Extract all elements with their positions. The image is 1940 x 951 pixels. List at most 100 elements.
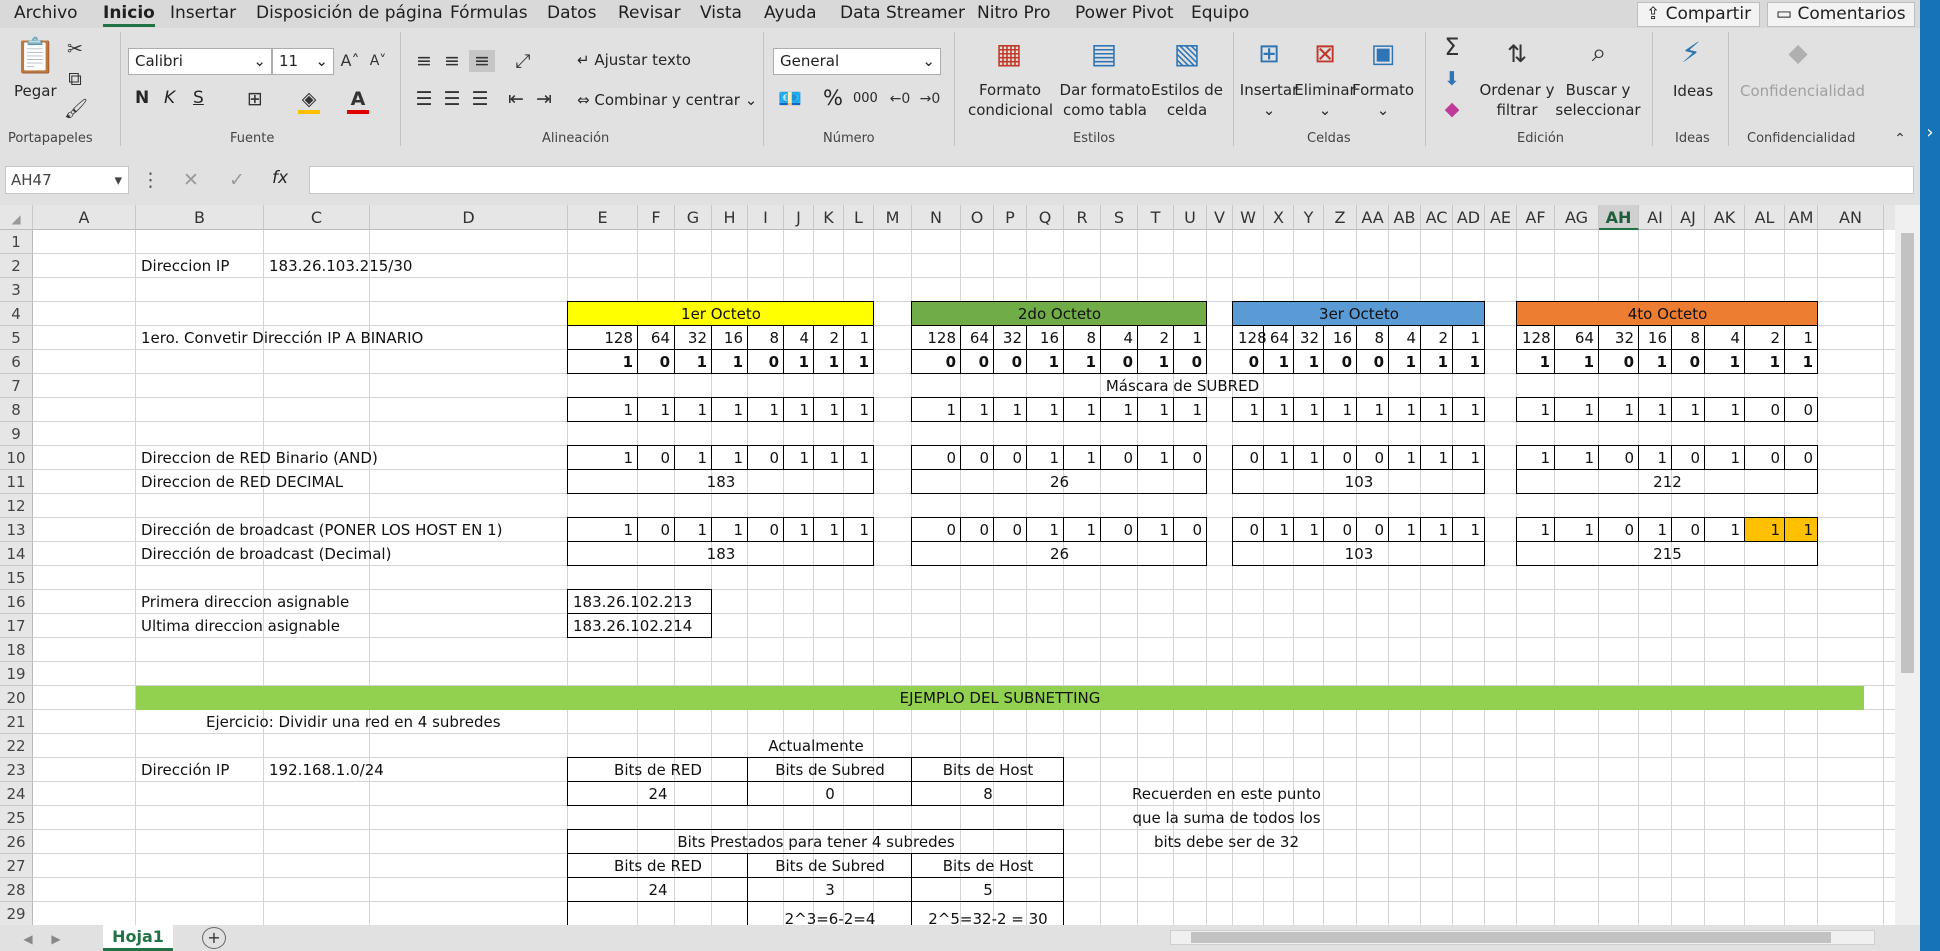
column-header-v[interactable]: V <box>1207 205 1233 230</box>
column-header-i[interactable]: I <box>748 205 784 230</box>
fill-icon[interactable]: ⬇ <box>1437 68 1467 90</box>
column-header-d[interactable]: D <box>370 205 568 230</box>
row-header-21[interactable]: 21 <box>0 710 33 734</box>
tab-data-streamer[interactable]: Data Streamer <box>840 3 965 23</box>
format-cells-icon[interactable]: ▣ <box>1364 38 1402 70</box>
column-header-s[interactable]: S <box>1101 205 1138 230</box>
align-center-icon[interactable]: ☰ <box>441 88 463 110</box>
delete-cells-icon[interactable]: ⊠ <box>1306 38 1344 70</box>
tab-equipo[interactable]: Equipo <box>1191 3 1249 23</box>
increase-decimal-icon[interactable]: ←0 <box>888 88 912 110</box>
number-format-select[interactable]: General ⌄ <box>773 48 941 75</box>
share-button[interactable]: ⇪ Compartir <box>1637 2 1761 27</box>
row-header-24[interactable]: 24 <box>0 782 33 806</box>
find-select-button[interactable]: Buscar y seleccionar <box>1552 80 1644 120</box>
row-header-22[interactable]: 22 <box>0 734 33 758</box>
column-header-ab[interactable]: AB <box>1389 205 1421 230</box>
autosum-icon[interactable]: Σ <box>1437 35 1467 59</box>
accounting-icon[interactable]: 💶 <box>775 88 805 110</box>
row-header-25[interactable]: 25 <box>0 806 33 830</box>
row-header-7[interactable]: 7 <box>0 374 33 398</box>
column-header-h[interactable]: H <box>712 205 748 230</box>
tab-ayuda[interactable]: Ayuda <box>764 3 817 23</box>
column-header-f[interactable]: F <box>638 205 675 230</box>
column-header-a[interactable]: A <box>33 205 136 230</box>
conditional-format-button[interactable]: Formato condicional <box>968 80 1053 120</box>
column-header-o[interactable]: O <box>961 205 994 230</box>
font-name-select[interactable]: Calibri ⌄ <box>128 48 272 75</box>
row-header-15[interactable]: 15 <box>0 566 33 590</box>
font-size-select[interactable]: 11 ⌄ <box>272 48 334 75</box>
align-top-icon[interactable]: ≡ <box>413 50 435 72</box>
column-header-n[interactable]: N <box>912 205 961 230</box>
horizontal-scrollbar[interactable] <box>1170 930 1875 945</box>
format-table-icon[interactable]: ▤ <box>1085 38 1123 70</box>
align-left-icon[interactable]: ☰ <box>413 88 435 110</box>
paste-button[interactable]: Pegar <box>14 82 57 100</box>
cut-icon[interactable]: ✂ <box>64 38 86 60</box>
insert-function-button[interactable]: fx <box>272 168 288 188</box>
row-header-29[interactable]: 29 <box>0 902 33 926</box>
tab-archivo[interactable]: Archivo <box>14 3 78 23</box>
column-header-ac[interactable]: AC <box>1421 205 1453 230</box>
row-header-27[interactable]: 27 <box>0 854 33 878</box>
decrease-decimal-icon[interactable]: →0 <box>918 88 942 110</box>
formula-input[interactable] <box>309 166 1914 194</box>
increase-font-icon[interactable]: A˄ <box>339 50 361 72</box>
row-header-2[interactable]: 2 <box>0 254 33 278</box>
insert-cells-icon[interactable]: ⊞ <box>1250 38 1288 70</box>
select-all-corner[interactable]: ◢ <box>0 205 33 230</box>
row-header-4[interactable]: 4 <box>0 302 33 326</box>
copy-icon[interactable]: ⧉ <box>64 68 86 90</box>
ideas-button[interactable]: Ideas <box>1673 82 1713 100</box>
column-header-y[interactable]: Y <box>1294 205 1324 230</box>
borders-icon[interactable]: ⊞ <box>244 88 266 110</box>
align-middle-icon[interactable]: ≡ <box>441 50 463 72</box>
increase-indent-icon[interactable]: ⇥ <box>533 88 555 110</box>
row-header-19[interactable]: 19 <box>0 662 33 686</box>
insert-cells-button[interactable]: Insertar ⌄ <box>1239 80 1299 120</box>
column-header-am[interactable]: AM <box>1785 205 1818 230</box>
underline-button[interactable]: S <box>193 88 204 108</box>
percent-button[interactable]: % <box>823 86 843 110</box>
column-header-ae[interactable]: AE <box>1485 205 1517 230</box>
sort-filter-button[interactable]: Ordenar y filtrar <box>1477 80 1557 120</box>
row-header-3[interactable]: 3 <box>0 278 33 302</box>
font-color-icon[interactable]: A <box>347 88 369 114</box>
search-icon[interactable]: ⌕ <box>1580 36 1618 70</box>
merge-center-button[interactable]: ⇔ Combinar y centrar ⌄ <box>577 91 757 109</box>
tab-vista[interactable]: Vista <box>700 3 742 23</box>
cell-styles-button[interactable]: Estilos de celda <box>1150 80 1224 120</box>
row-header-18[interactable]: 18 <box>0 638 33 662</box>
row-header-1[interactable]: 1 <box>0 230 33 254</box>
tab-revisar[interactable]: Revisar <box>618 3 681 23</box>
add-sheet-icon[interactable]: + <box>202 927 226 949</box>
column-header-aj[interactable]: AJ <box>1672 205 1705 230</box>
format-cells-button[interactable]: Formato ⌄ <box>1352 80 1414 120</box>
column-header-af[interactable]: AF <box>1517 205 1555 230</box>
tab-power-pivot[interactable]: Power Pivot <box>1075 3 1174 23</box>
align-bottom-icon[interactable]: ≡ <box>469 50 495 72</box>
clear-icon[interactable]: ◆ <box>1437 98 1467 120</box>
paste-icon[interactable]: 📋 <box>14 36 56 76</box>
column-header-q[interactable]: Q <box>1027 205 1064 230</box>
tab-disposicion[interactable]: Disposición de página <box>256 3 443 23</box>
tab-nitro-pro[interactable]: Nitro Pro <box>977 3 1051 23</box>
row-header-23[interactable]: 23 <box>0 758 33 782</box>
column-header-ah[interactable]: AH <box>1599 205 1639 230</box>
cancel-icon[interactable]: ✕ <box>180 169 202 191</box>
column-header-r[interactable]: R <box>1064 205 1101 230</box>
sort-filter-icon[interactable]: ⇅ <box>1498 38 1536 70</box>
collapse-ribbon-icon[interactable]: ⌃ <box>1890 128 1910 150</box>
more-icon[interactable]: ⋮ <box>141 169 160 191</box>
column-header-t[interactable]: T <box>1138 205 1174 230</box>
column-header-aa[interactable]: AA <box>1357 205 1389 230</box>
row-header-6[interactable]: 6 <box>0 350 33 374</box>
column-header-b[interactable]: B <box>136 205 264 230</box>
row-header-11[interactable]: 11 <box>0 470 33 494</box>
column-header-j[interactable]: J <box>784 205 814 230</box>
row-header-5[interactable]: 5 <box>0 326 33 350</box>
next-sheet-icon[interactable]: ▶ <box>48 928 64 950</box>
column-header-k[interactable]: K <box>814 205 844 230</box>
column-header-al[interactable]: AL <box>1745 205 1785 230</box>
